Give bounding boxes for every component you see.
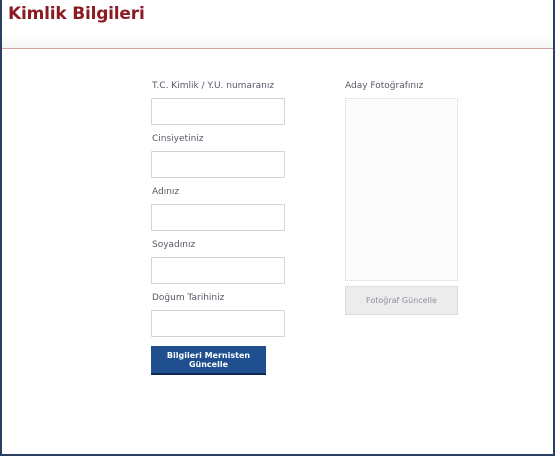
update-photo-button[interactable]: Fotoğraf Güncelle	[345, 286, 458, 315]
name-label: Adınız	[152, 187, 180, 197]
update-from-mernis-button[interactable]: Bilgileri Mernisten Güncelle	[151, 346, 266, 375]
name-input[interactable]	[151, 204, 285, 231]
gender-input[interactable]	[151, 151, 285, 178]
birthdate-label: Doğum Tarihiniz	[152, 293, 225, 303]
window-frame: Kimlik Bilgileri T.C. Kimlik / Y.U. numa…	[0, 0, 555, 456]
tc-number-input[interactable]	[151, 98, 285, 125]
surname-label: Soyadınız	[152, 240, 196, 250]
page-title: Kimlik Bilgileri	[8, 4, 145, 24]
birthdate-input[interactable]	[151, 310, 285, 337]
photo-corner-mark-icon: ·	[445, 110, 447, 117]
tc-number-label: T.C. Kimlik / Y.U. numaranız	[152, 81, 275, 91]
surname-input[interactable]	[151, 257, 285, 284]
photo-label: Aday Fotoğrafınız	[345, 81, 424, 91]
candidate-photo-placeholder: ·	[345, 98, 458, 281]
page-header: Kimlik Bilgileri	[2, 0, 553, 49]
gender-label: Cinsiyetiniz	[152, 134, 204, 144]
